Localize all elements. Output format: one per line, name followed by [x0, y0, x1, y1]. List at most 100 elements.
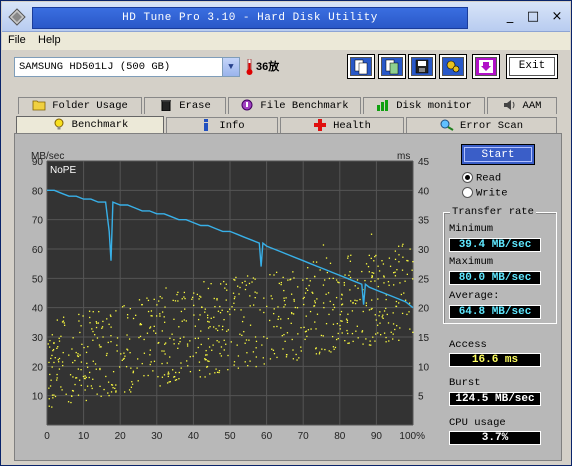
tab-benchmark[interactable]: Benchmark — [16, 116, 164, 134]
access-time-point — [282, 276, 284, 279]
minimize-button[interactable]: _ — [502, 10, 518, 26]
access-time-point — [184, 297, 186, 300]
access-time-point — [245, 339, 248, 341]
access-time-point — [256, 292, 258, 294]
access-time-point — [121, 306, 124, 308]
save-button[interactable] — [408, 54, 436, 79]
copy-screenshot-button[interactable] — [378, 54, 406, 79]
tab-disk-monitor[interactable]: Disk monitor — [363, 97, 485, 114]
access-time-point — [370, 233, 373, 235]
copy-text-button[interactable] — [347, 54, 375, 79]
access-time-point — [172, 369, 174, 371]
access-time-point — [344, 274, 346, 276]
write-radio-label: Write — [476, 187, 508, 200]
start-button[interactable]: Start — [461, 144, 535, 165]
access-time-point — [98, 310, 100, 313]
maximize-button[interactable]: □ — [525, 10, 541, 26]
access-time-point — [371, 307, 373, 310]
access-time-point — [347, 332, 349, 335]
access-time-point — [96, 337, 99, 339]
menu-help[interactable]: Help — [38, 34, 61, 46]
access-time-point — [249, 360, 251, 362]
read-radio[interactable]: Read — [462, 172, 501, 184]
access-time-point — [56, 379, 58, 381]
access-time-point — [83, 377, 86, 380]
access-time-point — [176, 293, 178, 296]
trash-icon — [161, 100, 172, 112]
access-time-point — [324, 348, 326, 351]
access-time-point — [372, 336, 374, 338]
access-time-point — [239, 333, 241, 335]
transfer-rate-group: Transfer rate Minimum 39.4 MB/sec Maximu… — [443, 206, 557, 324]
y-left-tick-label: 50 — [32, 274, 44, 285]
access-time-point — [193, 314, 195, 316]
x-tick-label: 20 — [115, 431, 127, 442]
access-time-point — [219, 305, 221, 308]
access-time-point — [112, 387, 114, 389]
access-time-point — [171, 333, 173, 335]
access-time-point — [362, 343, 364, 345]
access-time-point — [233, 361, 236, 363]
access-time-point — [58, 357, 61, 360]
file-benchmark-icon — [241, 99, 253, 111]
access-time-point — [175, 379, 178, 381]
access-time-point — [255, 347, 257, 349]
tab-label: Folder Usage — [52, 100, 128, 112]
access-time-point — [72, 337, 74, 339]
access-time-point — [140, 323, 143, 326]
access-time-point — [85, 376, 87, 379]
access-time-point — [165, 287, 167, 289]
access-time-point — [131, 381, 133, 383]
tab-aam[interactable]: AAM — [487, 97, 557, 114]
access-time-point — [108, 323, 110, 325]
menu-file[interactable]: File — [8, 34, 26, 46]
access-time-point — [386, 313, 388, 316]
benchmark-panel: MB/sec ms NoPE 10 20 30 40 50 60 70 80 90 5 10 15 20 25 3… — [14, 133, 562, 461]
access-time-point — [340, 320, 342, 322]
close-button[interactable]: × — [549, 10, 565, 26]
menu-bar: File Help — [2, 32, 570, 50]
access-time-point — [48, 405, 50, 407]
download-button[interactable] — [472, 54, 500, 79]
tab-file-benchmark[interactable]: File Benchmark — [228, 97, 361, 114]
tab-folder-usage[interactable]: Folder Usage — [18, 97, 142, 114]
y-right-tick-label: 30 — [418, 245, 430, 256]
access-time-point — [398, 254, 400, 256]
access-time-point — [184, 308, 186, 310]
tab-error-scan[interactable]: Error Scan — [406, 117, 557, 134]
access-time-point — [412, 278, 414, 280]
access-time-point — [83, 346, 85, 349]
app-icon[interactable] — [8, 8, 26, 26]
exit-button[interactable]: Exit — [506, 54, 558, 79]
access-time-point — [189, 340, 191, 342]
access-time-point — [263, 311, 265, 314]
write-radio[interactable]: Write — [462, 187, 508, 199]
access-time-point — [277, 306, 279, 308]
title-bar[interactable]: HD Tune Pro 3.10 - Hard Disk Utility _ □… — [2, 2, 570, 32]
drive-select[interactable]: SAMSUNG HD501LJ (500 GB) ▼ — [14, 57, 240, 77]
access-time-point — [57, 361, 60, 363]
tab-health[interactable]: Health — [280, 117, 404, 134]
access-time-point — [128, 389, 131, 391]
cpu-usage-value: 3.7% — [449, 431, 541, 445]
access-time-point — [249, 295, 251, 297]
tab-info[interactable]: Info — [166, 117, 278, 134]
access-time-point — [245, 284, 247, 286]
x-tick-label: 90 — [371, 431, 383, 442]
access-time-point — [219, 312, 222, 314]
options-button[interactable] — [439, 54, 467, 79]
access-time-point — [371, 299, 373, 301]
access-time-point — [189, 356, 191, 358]
access-time-point — [406, 273, 408, 276]
folder-icon — [32, 100, 46, 111]
access-time-point — [68, 354, 70, 356]
access-time-point — [290, 293, 293, 295]
access-time-point — [180, 310, 183, 313]
access-time-point — [105, 375, 107, 378]
y-left-tick-label: 90 — [32, 157, 44, 168]
tab-erase[interactable]: Erase — [144, 97, 226, 114]
access-time-point — [49, 339, 51, 342]
access-time-point — [139, 335, 142, 338]
chevron-down-icon[interactable]: ▼ — [222, 58, 239, 76]
access-time-point — [339, 324, 341, 327]
